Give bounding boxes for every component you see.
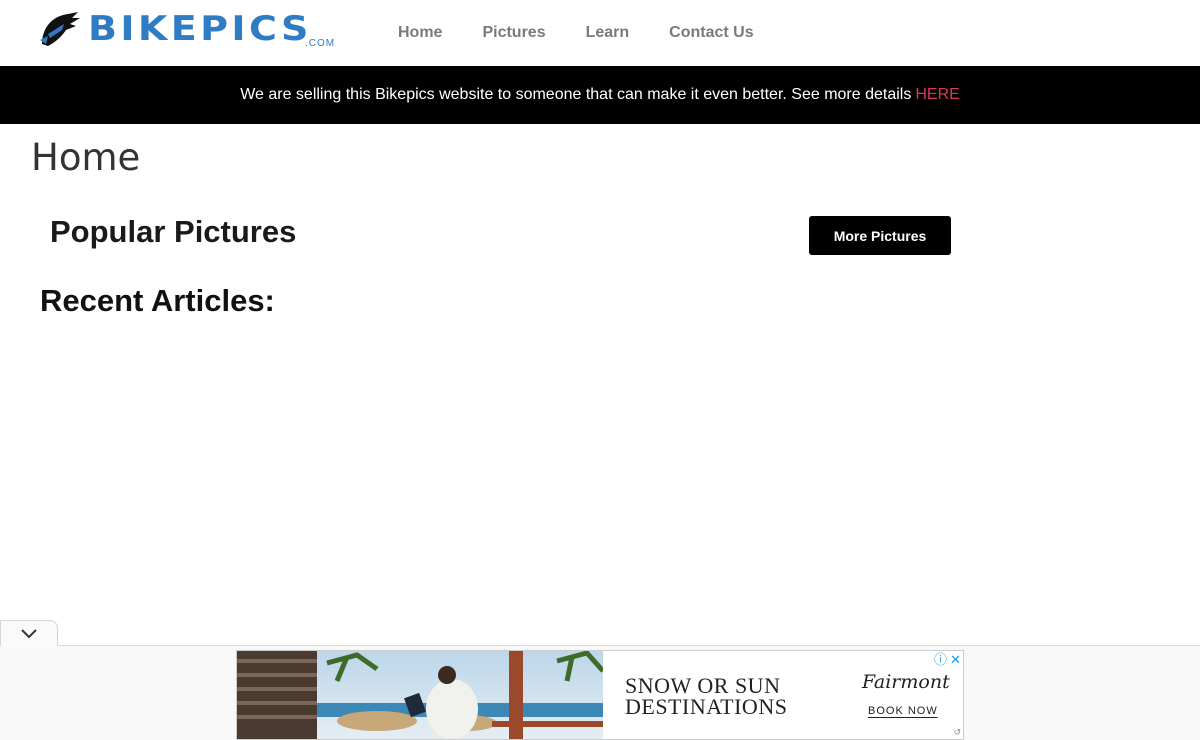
ad-brand: Fairmont xyxy=(862,671,950,693)
ad-headline-line2: DESTINATIONS xyxy=(625,694,788,719)
site-header: BIKEPICS .COM Home Pictures Learn Contac… xyxy=(0,0,1200,66)
ad-book-now[interactable]: BOOK NOW xyxy=(868,705,938,717)
more-pictures-button[interactable]: More Pictures xyxy=(809,216,951,255)
main-nav: Home Pictures Learn Contact Us xyxy=(398,22,754,44)
nav-home[interactable]: Home xyxy=(398,22,442,44)
announcement-bar: We are selling this Bikepics website to … xyxy=(0,66,1200,124)
ad-corner-icon: ↺ xyxy=(953,727,961,737)
recent-articles-heading: Recent Articles: xyxy=(40,283,275,318)
logo-wordmark: BIKEPICS xyxy=(88,9,312,49)
ad-photo xyxy=(237,651,603,739)
announcement-text: We are selling this Bikepics website to … xyxy=(240,86,912,103)
close-icon[interactable]: ✕ xyxy=(950,653,961,667)
ad-headline-line1: SNOW OR SUN xyxy=(625,673,781,698)
helmet-logo-icon xyxy=(40,12,80,46)
ad-collapse-toggle[interactable] xyxy=(0,620,58,646)
popular-pictures-heading: Popular Pictures xyxy=(50,214,297,249)
nav-pictures[interactable]: Pictures xyxy=(482,22,545,44)
page-title: Home xyxy=(31,136,141,179)
nav-learn[interactable]: Learn xyxy=(586,22,630,44)
ad-choices[interactable]: ⓘ ✕ xyxy=(934,653,962,667)
logo-domain: .COM xyxy=(305,38,336,49)
nav-contact-us[interactable]: Contact Us xyxy=(669,22,753,44)
ad-banner[interactable]: SNOW OR SUN DESTINATIONS Fairmont BOOK N… xyxy=(236,650,964,740)
announcement-link[interactable]: HERE xyxy=(915,86,959,104)
ad-headline: SNOW OR SUN DESTINATIONS xyxy=(625,673,788,719)
chevron-down-icon xyxy=(21,628,37,638)
site-logo[interactable]: BIKEPICS .COM xyxy=(38,10,348,54)
info-icon[interactable]: ⓘ xyxy=(934,653,947,667)
